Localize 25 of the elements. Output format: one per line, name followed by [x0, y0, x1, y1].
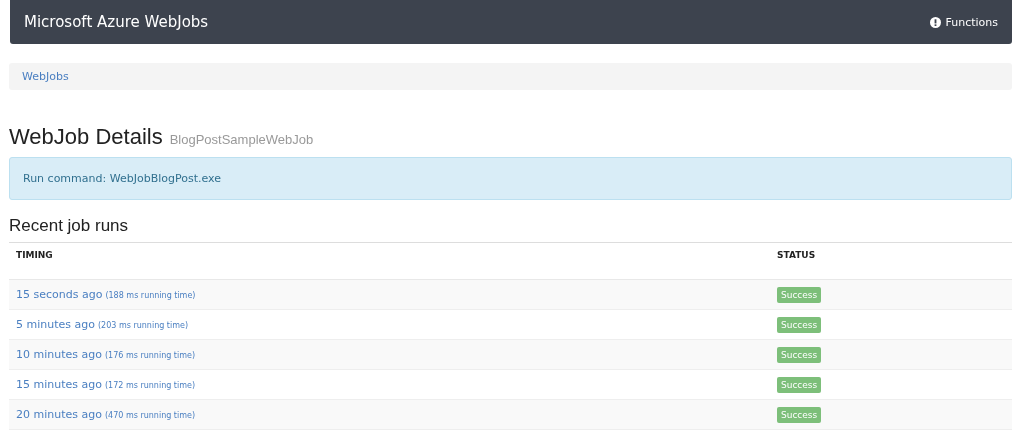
breadcrumb-link[interactable]: WebJobs: [22, 70, 69, 83]
run-command-text: Run command: WebJobBlogPost.exe: [23, 172, 221, 185]
page-heading: WebJob Details: [9, 124, 163, 150]
running-time-text: (188 ms running time): [105, 291, 196, 300]
running-time-text: (172 ms running time): [105, 381, 196, 390]
status-badge: Success: [777, 376, 822, 393]
running-time-text: (203 ms running time): [98, 321, 189, 330]
column-header: STATUS: [777, 249, 817, 260]
status-badge: Success: [777, 316, 822, 333]
run-time-link[interactable]: 10 minutes ago: [16, 348, 102, 361]
run-time-link[interactable]: 5 minutes ago: [16, 318, 95, 331]
status-badge: Success: [777, 406, 822, 423]
column-header: TIMING: [15, 249, 54, 260]
status-badge: Success: [777, 346, 822, 363]
info-icon: [930, 16, 942, 28]
section-heading: Recent job runs: [9, 216, 130, 237]
app-title[interactable]: Microsoft Azure WebJobs: [24, 13, 209, 31]
page-subheading: BlogPostSampleWebJob: [169, 132, 314, 147]
run-time-link[interactable]: 15 minutes ago: [16, 378, 102, 391]
running-time-text: (176 ms running time): [105, 351, 196, 360]
status-badge: Success: [777, 286, 822, 303]
run-time-link[interactable]: 15 seconds ago: [16, 288, 103, 301]
running-time-text: (470 ms running time): [105, 411, 196, 420]
run-time-link[interactable]: 20 minutes ago: [16, 408, 102, 421]
functions-link[interactable]: Functions: [930, 15, 998, 29]
